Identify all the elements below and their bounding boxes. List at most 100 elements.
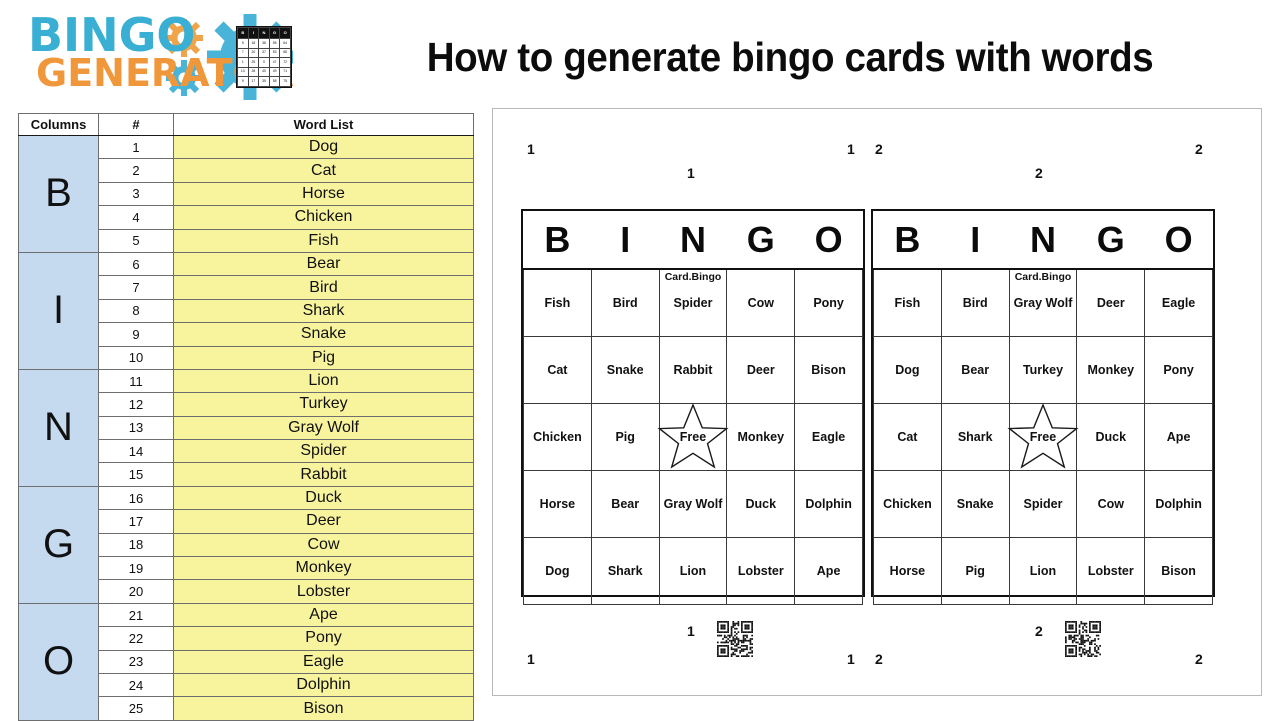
word-list-word-cell[interactable]: Monkey [173,556,474,581]
bingo-cell[interactable]: Snake [590,336,660,404]
logo-mini-card-cell: 37 [258,47,270,59]
bingo-cell[interactable]: Deer [1076,268,1146,337]
bingo-cell[interactable]: Duck [1076,403,1146,471]
corner-marker-card1-top-right: 1 [847,141,855,157]
bingo-card-2-grid: B I N G O Fish Bird Card.Bingo Gray Wolf Deer Eagl… [873,211,1213,605]
word-list-word-cell[interactable]: Spider [173,439,474,464]
bingo-cell[interactable]: Bird [590,268,660,337]
logo-mini-card-row: 1 25 X 47 72 [237,57,291,68]
word-list-word-cell[interactable]: Shark [173,298,474,324]
bingo-free-cell[interactable]: Free [657,403,729,471]
bingo-cell[interactable]: Cat [523,336,592,404]
word-list-word-cell[interactable]: Lion [173,368,474,394]
word-list-word-cell[interactable]: Fish [173,228,474,253]
bingo-free-cell[interactable]: Free [1007,403,1079,471]
word-list-word-cell[interactable]: Snake [173,322,474,347]
bingo-cell[interactable]: Ape [1144,403,1213,471]
corner-marker-card1-top-left: 1 [527,141,535,157]
column-header-columns: Columns [18,113,99,136]
word-list-word-cell[interactable]: Deer [173,509,474,534]
qr-code-icon [1065,621,1101,657]
word-list-word-cell[interactable]: Lobster [173,579,474,604]
logo-mini-card-header-cell: G [268,27,281,39]
bingo-cell[interactable]: Horse [523,470,592,538]
bingo-card-header-row: BINGO [523,211,863,270]
bingo-cell-label: Eagle [1161,296,1196,310]
bingo-cell[interactable]: Ape [794,537,863,605]
bingo-cell[interactable]: Lion [658,537,728,605]
bingo-cell[interactable]: Shark [940,403,1010,471]
bingo-cell[interactable]: Duck [726,470,796,538]
word-list-word-cell[interactable]: Horse [173,181,474,207]
word-list-group-letter-b: B [18,135,99,253]
bingo-cell[interactable]: Deer [726,336,796,404]
bingo-cell[interactable]: Spider [1008,470,1078,538]
bingo-cell[interactable]: Chicken [873,470,942,538]
bingo-cell[interactable]: Cow [726,268,796,337]
bingo-cell[interactable]: Lobster [1076,537,1146,605]
bingo-cell[interactable]: Pony [794,268,863,337]
bingo-cell[interactable]: Bison [794,336,863,404]
bingo-cell[interactable]: Eagle [1144,268,1213,337]
bingo-cell[interactable]: Snake [940,470,1010,538]
bingo-header-letter-o: O [794,211,863,270]
bingo-cell[interactable]: Monkey [726,403,796,471]
bingo-cell[interactable]: Cat [873,403,942,471]
word-list-word-cell[interactable]: Ape [173,602,474,628]
bingo-cell-label: Gray Wolf [663,497,723,511]
word-list-word-cell[interactable]: Dolphin [173,672,474,698]
bingo-cell-label: Bird [612,296,638,310]
bingo-cell[interactable]: Fish [873,268,942,337]
qr-code-card-1[interactable] [717,621,753,657]
bingo-cell[interactable]: Horse [873,537,942,605]
word-list-word-cell[interactable]: Cat [173,158,474,183]
bingo-cell[interactable]: Cow [1076,470,1146,538]
bingo-cell[interactable]: Shark [590,537,660,605]
bingo-cell[interactable]: Dog [523,537,592,605]
word-list-word-cell[interactable]: Rabbit [173,462,474,487]
word-list-word-cell[interactable]: Dog [173,134,474,160]
bingo-cell[interactable]: Card.Bingo Spider [658,268,728,337]
bingo-cell[interactable]: Dolphin [1144,470,1213,538]
bingo-cell[interactable]: Gray Wolf [658,470,728,538]
word-list-word-cell[interactable]: Turkey [173,392,474,417]
bingo-cell[interactable]: Bear [590,470,660,538]
word-list-word-cell[interactable]: Bear [173,251,474,277]
bingo-cell[interactable]: Pig [590,403,660,471]
bingo-cell[interactable]: Pig [940,537,1010,605]
bingo-cell[interactable]: Card.Bingo Gray Wolf [1008,268,1078,337]
word-list-index-cell: 10 [98,345,174,370]
bingo-cell[interactable]: Lion [1008,537,1078,605]
bingo-cell[interactable]: Bison [1144,537,1213,605]
bingo-cell-label: Duck [1095,430,1127,444]
word-list-word-cell[interactable]: Gray Wolf [173,415,474,441]
word-list-word-cell[interactable]: Eagle [173,649,474,674]
word-list-word-cell[interactable]: Bison [173,696,474,721]
bingo-cell[interactable]: Dolphin [794,470,863,538]
bingo-cell[interactable]: Monkey [1076,336,1146,404]
bingo-cell[interactable]: Eagle [794,403,863,471]
logo-mini-card-cell: X [258,57,270,68]
bingo-card-2[interactable]: B I N G O Fish Bird Card.Bingo Gray Wolf Deer Eagl… [871,209,1215,605]
bingo-cell[interactable]: Rabbit [658,336,728,404]
word-list-index-cell: 5 [98,228,174,253]
bingo-cell[interactable]: Chicken [523,403,592,471]
word-list-word-cell[interactable]: Cow [173,532,474,558]
word-list-word-cell[interactable]: Chicken [173,205,474,230]
bingo-cell[interactable]: Bear [940,336,1010,404]
qr-code-card-2[interactable] [1065,621,1101,657]
word-list-index-cell: 11 [98,368,174,394]
word-list-word-cell[interactable]: Pony [173,626,474,651]
bingo-header-letter-n: N [659,211,727,270]
bingo-cell[interactable]: Lobster [726,537,796,605]
word-list-word-cell[interactable]: Duck [173,485,474,511]
word-list-word-cell[interactable]: Bird [173,275,474,300]
bingo-cell-label: Fish [894,296,921,310]
bingo-cell[interactable]: Fish [523,268,592,337]
bingo-card-1[interactable]: B I N G O Fish Bird Card.Bingo Spider Cow Pony Cat S… [521,209,865,605]
bingo-cell[interactable]: Bird [940,268,1010,337]
bingo-cell[interactable]: Dog [873,336,942,404]
bingo-cell[interactable]: Turkey [1008,336,1078,404]
bingo-cell[interactable]: Pony [1144,336,1213,404]
word-list-word-cell[interactable]: Pig [173,345,474,370]
